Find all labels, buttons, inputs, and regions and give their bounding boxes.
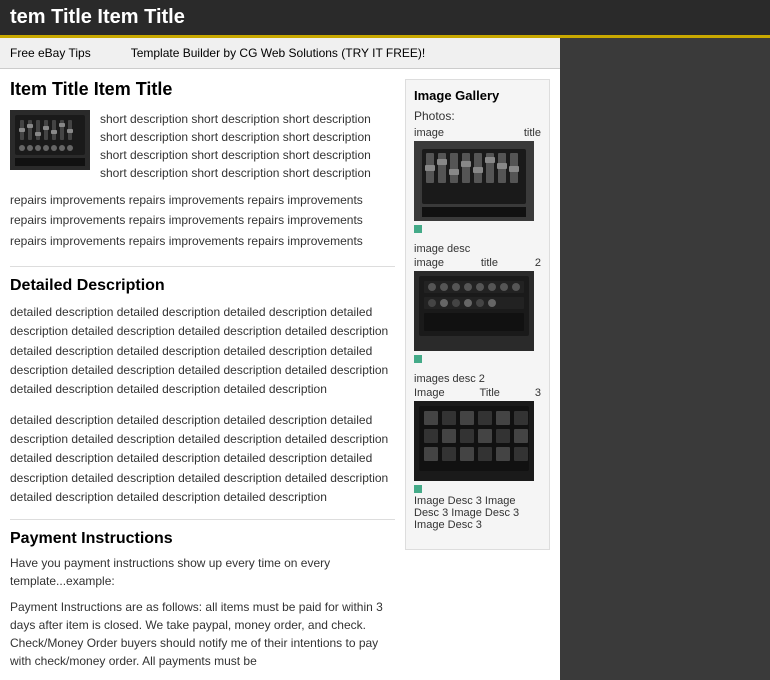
gallery-3-image-label: Image [414,387,445,399]
image-gallery: Image Gallery Photos: image title [405,79,550,550]
top-title-text: tem Title Item Title [10,6,185,28]
payment-intro: Have you payment instructions show up ev… [10,554,395,590]
header-left: Free eBay Tips [10,46,91,60]
header-right: Template Builder by CG Web Solutions (TR… [131,46,426,60]
gallery-2-bullet [414,355,422,363]
gallery-2-desc: image desc [414,243,541,255]
top-title-bar: tem Title Item Title [0,0,770,38]
gallery-image-3[interactable] [414,401,534,481]
header-bar: Free eBay Tips Template Builder by CG We… [0,38,560,69]
gallery-2-title-label: title [481,257,498,269]
left-column: Item Title Item Title [10,79,395,670]
gallery-1-title-label: title [524,127,541,139]
gallery-last-desc: Image Desc 3 Image Desc 3 Image Desc 3 I… [414,495,541,531]
gallery-image-1[interactable] [414,141,534,221]
gallery-2-image-label: image [414,257,444,269]
divider-1 [10,266,395,267]
gallery-image-2[interactable] [414,271,534,351]
gallery-2-number: 2 [535,257,541,269]
repairs-improvements-text: repairs improvements repairs improvement… [10,190,395,251]
right-column: Image Gallery Photos: image title [405,79,550,670]
payment-title: Payment Instructions [10,530,395,548]
gallery-3-number: 3 [535,387,541,399]
item-title: Item Title Item Title [10,79,395,100]
divider-2 [10,519,395,520]
payment-details: Payment Instructions are as follows: all… [10,598,395,670]
photos-label: Photos: [414,109,541,123]
short-description: short description short description shor… [100,110,395,182]
gallery-3-desc: images desc 2 [414,373,541,385]
gallery-item-1: image title [414,127,541,233]
gallery-3-title-label: Title [480,387,500,399]
gallery-title: Image Gallery [414,88,541,103]
gallery-item-2: image desc image title 2 [414,243,541,363]
detailed-desc-para2: detailed description detailed descriptio… [10,411,395,507]
gallery-1-image-label: image [414,127,444,139]
gallery-3-bullet [414,485,422,493]
item-header-row: short description short description shor… [10,110,395,182]
detailed-desc-para1: detailed description detailed descriptio… [10,303,395,399]
item-thumbnail [10,110,90,170]
gallery-item-3: images desc 2 Image Title 3 [414,373,541,531]
gallery-1-bullet [414,225,422,233]
detailed-desc-title: Detailed Description [10,277,395,295]
